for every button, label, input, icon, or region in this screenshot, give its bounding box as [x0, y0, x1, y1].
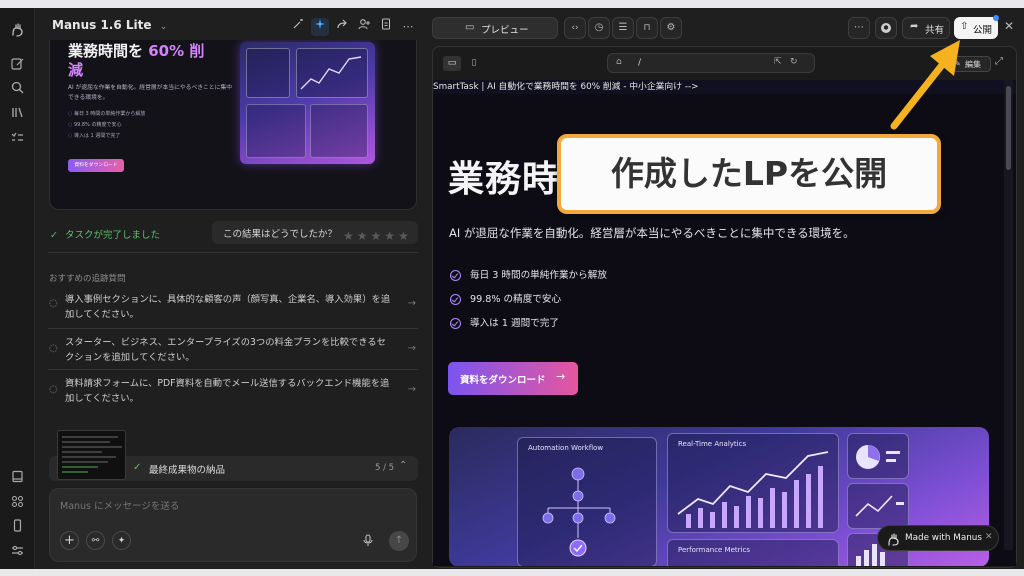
apps-icon[interactable]: [10, 495, 25, 510]
thumb-dashboard-image: [240, 42, 375, 164]
thumb-features: ◌ 毎日 3 時間の単純作業から解放 ◌ 99.8% の精度で安心 ◌ 導入は …: [68, 111, 146, 139]
card-performance-title: Performance Metrics: [678, 546, 750, 554]
url-bar[interactable]: ⌂ / ⇱ ↻: [607, 53, 815, 73]
star-icon[interactable]: ★: [343, 229, 354, 243]
chevron-up-icon[interactable]: ⌃: [399, 460, 407, 471]
home-icon[interactable]: ⌂: [616, 57, 622, 67]
user-add-icon[interactable]: [355, 18, 373, 36]
external-link-icon[interactable]: ⇱: [774, 57, 782, 67]
star-icon[interactable]: ★: [371, 229, 382, 243]
new-task-icon[interactable]: [10, 57, 25, 72]
thumb-description: AI が退屈な作業を自動化。経営層が本当にやるべきことに集中できる環境を。: [68, 85, 233, 101]
suggestion-item[interactable]: ◌ スターター、ビジネス、エンタープライズの3つの料金プランを比較できるセクショ…: [48, 328, 418, 368]
lp-thumbnail[interactable]: 業務時間を 60% 削 減 AI が退屈な作業を自動化。経営層が本当にやるべきこ…: [49, 40, 417, 210]
rating-stars[interactable]: ★ ★ ★ ★ ★: [340, 225, 409, 244]
lock-icon[interactable]: ⊓: [636, 17, 658, 39]
task-complete-status: ✓ タスクが完了しました: [50, 230, 161, 241]
hero-title: 業務時: [448, 159, 560, 200]
check-circle-icon: [450, 269, 461, 281]
thumb-cta-button[interactable]: 資料をダウンロード: [68, 159, 124, 172]
suggestion-item[interactable]: ◌ 導入事例セクションに、具体的な顧客の声（顔写真、企業名、導入効果）を追加して…: [48, 288, 418, 326]
expand-icon[interactable]: ⤢: [995, 56, 1003, 67]
arrow-right-icon: →: [407, 384, 416, 395]
thumb-hero-line2: 減: [68, 61, 84, 79]
book-icon[interactable]: [10, 470, 25, 485]
refresh-icon[interactable]: ↻: [790, 57, 798, 67]
feature-item: 導入は 1 週間で完了: [450, 315, 559, 329]
mobile-icon[interactable]: [10, 519, 25, 534]
divider: [48, 252, 418, 253]
feature-item: 99.8% の精度で安心: [450, 291, 561, 305]
add-icon[interactable]: +: [60, 531, 79, 550]
star-icon[interactable]: ★: [384, 229, 395, 243]
deliverable-count: 5 / 5: [375, 463, 395, 473]
send-button[interactable]: ↑: [389, 531, 409, 551]
more-icon[interactable]: ⋯: [848, 17, 870, 39]
checkmark-icon: ✓: [133, 462, 142, 473]
history-icon[interactable]: ◷: [588, 17, 610, 39]
hero-subtitle: AI が退屈な作業を自動化。経営層が本当にやるべきことに集中できる環境を。: [449, 226, 855, 240]
chat-bubble-icon: ◌: [49, 298, 58, 309]
puzzle-icon[interactable]: ✦: [112, 531, 131, 550]
mobile-view-icon[interactable]: ▯: [467, 56, 481, 71]
sparkle-icon[interactable]: [311, 18, 329, 36]
star-icon[interactable]: ★: [398, 229, 409, 243]
callout-text: 作成したLPを公開: [610, 154, 888, 193]
file-icon[interactable]: [377, 18, 395, 36]
share-arrow-icon[interactable]: [333, 18, 351, 36]
database-icon[interactable]: ☰: [612, 17, 634, 39]
checkmark-icon: ✓: [50, 230, 58, 241]
model-title: Manus 1.6 Lite: [52, 18, 152, 32]
message-input[interactable]: [60, 497, 400, 515]
chat-bubble-icon: ◌: [49, 343, 58, 354]
connector-icon[interactable]: ⚯: [86, 531, 105, 550]
check-circle-icon: [450, 317, 461, 329]
microphone-icon[interactable]: [363, 534, 373, 550]
scrollbar[interactable]: [1004, 80, 1013, 550]
scrollbar-thumb[interactable]: [1006, 86, 1011, 170]
app-window: Manus 1.6 Lite ⌄ ⋯ 業務時間を 60% 削 減 AI が退屈な…: [0, 8, 1024, 569]
settings-icon[interactable]: [10, 544, 25, 559]
manus-logo-icon[interactable]: [10, 22, 25, 37]
model-selector[interactable]: Manus 1.6 Lite ⌄: [52, 18, 167, 32]
gear-icon[interactable]: ⚙: [660, 17, 682, 39]
thumb-hero-line1: 業務時間を 60% 削: [68, 42, 205, 60]
deliverable-label: 最終成果物の納品: [149, 465, 226, 476]
code-icon[interactable]: ‹›: [564, 17, 586, 39]
composer: + ⚯ ✦ ↑: [49, 488, 417, 562]
chevron-down-icon: ⌄: [159, 22, 168, 32]
search-icon[interactable]: [10, 81, 25, 96]
annotation-callout: 作成したLPを公開: [557, 134, 941, 214]
wand-icon[interactable]: [289, 18, 307, 36]
library-icon[interactable]: [10, 106, 25, 121]
close-icon[interactable]: ✕: [985, 532, 993, 542]
terminal-thumbnail[interactable]: [57, 430, 126, 480]
arrow-right-icon: →: [407, 298, 416, 309]
tasks-icon[interactable]: [10, 131, 25, 146]
check-circle-icon: [450, 293, 461, 305]
annotation-arrow: [890, 40, 960, 130]
tab-preview[interactable]: ▭ プレビュー: [432, 17, 558, 39]
download-cta-button[interactable]: 資料をダウンロード →: [448, 362, 578, 395]
made-with-manus-badge[interactable]: Made with Manus ✕: [877, 525, 999, 551]
more-icon[interactable]: ⋯: [399, 18, 417, 36]
arrow-right-icon: →: [407, 343, 416, 354]
arrow-right-icon: →: [556, 370, 566, 383]
rating-prompt: この結果はどうでしたか？: [223, 229, 338, 240]
left-rail: [0, 8, 35, 569]
star-icon[interactable]: ★: [357, 229, 368, 243]
monitor-icon: ▭: [465, 22, 475, 33]
close-icon[interactable]: ✕: [1004, 19, 1014, 33]
chat-bubble-icon: ◌: [49, 384, 58, 395]
rating-box: この結果はどうでしたか？ ★ ★ ★ ★ ★: [212, 221, 418, 244]
desktop-view-icon[interactable]: ▭: [443, 56, 461, 71]
suggestion-item[interactable]: ◌ 資料請求フォームに、PDF資料を自動でメール送信するバックエンド機能を追加し…: [48, 369, 418, 409]
feature-item: 毎日 3 時間の単純作業から解放: [450, 267, 607, 281]
suggestions-heading: おすすめの追跡質問: [49, 274, 126, 284]
notification-dot: [993, 15, 999, 21]
manus-logo-icon: [887, 531, 899, 550]
